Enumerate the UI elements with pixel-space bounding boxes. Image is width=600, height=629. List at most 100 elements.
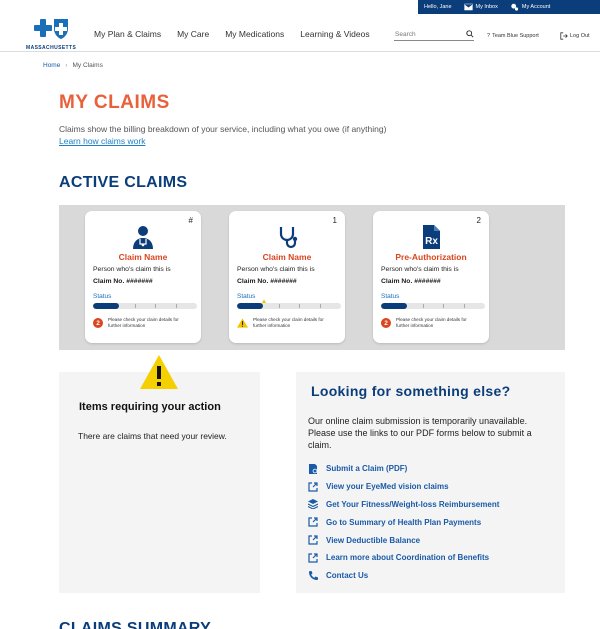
link-label: View your EyeMed vision claims bbox=[326, 482, 449, 492]
doctor-icon bbox=[133, 226, 153, 249]
logout-link[interactable]: Log Out bbox=[560, 32, 590, 40]
logout-icon bbox=[560, 32, 568, 40]
external-link-icon bbox=[308, 553, 318, 563]
claim-card[interactable]: # Claim Name Person who's claim this is … bbox=[85, 211, 201, 343]
link-label: Submit a Claim (PDF) bbox=[326, 464, 408, 474]
claim-name: Claim Name bbox=[262, 252, 312, 262]
progress-tick bbox=[320, 304, 322, 308]
claim-number-row: Claim No. ####### bbox=[93, 278, 153, 285]
status-label: Status bbox=[237, 293, 256, 300]
status-progress-fill bbox=[237, 303, 263, 309]
site-header: MASSACHUSETTS My Plan & Claims My Care M… bbox=[0, 14, 600, 52]
link-label: Contact Us bbox=[326, 571, 369, 581]
progress-tick bbox=[278, 304, 280, 308]
account-link[interactable]: My Account bbox=[504, 0, 556, 14]
progress-tick bbox=[422, 304, 424, 308]
progress-tick bbox=[299, 304, 301, 308]
claim-card[interactable]: 1 Claim Name Person who's claim this is … bbox=[229, 211, 345, 343]
progress-tick bbox=[443, 304, 445, 308]
help-links: Submit a Claim (PDF) View your EyeMed vi… bbox=[308, 460, 499, 585]
claim-name: Claim Name bbox=[118, 252, 168, 262]
utility-bar: Hello, Jane My Inbox My Account bbox=[418, 0, 600, 14]
claim-number-row: Claim No. ####### bbox=[237, 278, 297, 285]
claim-person: Person who's claim this is bbox=[93, 266, 171, 273]
phone-icon bbox=[309, 570, 318, 580]
search-input[interactable]: Search bbox=[394, 28, 474, 41]
claim-no-label: Claim No. bbox=[93, 278, 125, 285]
intro-text: Claims show the billing breakdown of you… bbox=[59, 124, 387, 134]
claim-no-value: ####### bbox=[414, 278, 441, 285]
fitness-reimbursement-link[interactable]: Get Your Fitness/Weight-loss Reimburseme… bbox=[308, 496, 499, 514]
layers-icon bbox=[308, 499, 318, 510]
claim-person: Person who's claim this is bbox=[237, 266, 315, 273]
status-label: Status bbox=[93, 293, 112, 300]
link-label: Learn more about Coordination of Benefit… bbox=[326, 553, 490, 563]
claims-summary-title: CLAIMS SUMMARY bbox=[59, 620, 212, 629]
question-icon: ? bbox=[487, 33, 491, 39]
eyemed-link[interactable]: View your EyeMed vision claims bbox=[308, 478, 499, 496]
status-progress-bar bbox=[237, 303, 341, 309]
claim-card-number: 1 bbox=[332, 216, 337, 225]
status-progress-fill bbox=[381, 303, 407, 309]
link-label: Go to Summary of Health Plan Payments bbox=[326, 517, 482, 527]
link-label: View Deductible Balance bbox=[326, 535, 421, 545]
action-text: There are claims that need your review. bbox=[78, 431, 227, 441]
claim-card[interactable]: 2 Rx Pre-Authorization Person who's clai… bbox=[373, 211, 489, 343]
claim-note-text: Please check your claim details for furt… bbox=[108, 317, 179, 328]
stethoscope-icon bbox=[279, 227, 298, 249]
search-placeholder: Search bbox=[395, 30, 416, 38]
claim-note: 2 Please check your claim details for fu… bbox=[93, 317, 190, 329]
claim-card-number: 2 bbox=[476, 216, 481, 225]
count-badge: 2 bbox=[93, 318, 103, 328]
count-badge: 2 bbox=[381, 318, 391, 328]
search-icon[interactable] bbox=[466, 30, 474, 38]
blue-cross-shield-icon[interactable] bbox=[26, 16, 80, 42]
contact-us-link[interactable]: Contact Us bbox=[308, 567, 499, 585]
envelope-icon bbox=[463, 3, 473, 11]
progress-tick bbox=[176, 304, 178, 308]
support-label: Team Blue Support bbox=[492, 33, 539, 39]
claim-no-label: Claim No. bbox=[237, 278, 269, 285]
claim-number-row: Claim No. ####### bbox=[381, 278, 441, 285]
nav-item-learning[interactable]: Learning & Videos bbox=[300, 29, 369, 39]
help-text: Our online claim submission is temporari… bbox=[308, 416, 532, 450]
nav-item-medications[interactable]: My Medications bbox=[225, 29, 284, 39]
claim-no-value: ####### bbox=[270, 278, 297, 285]
external-link-icon bbox=[308, 482, 318, 492]
svg-text:Rx: Rx bbox=[425, 236, 438, 247]
help-panel: Looking for something else? Our online c… bbox=[296, 372, 565, 593]
breadcrumb-home[interactable]: Home bbox=[43, 62, 60, 69]
claim-card-number: # bbox=[188, 216, 193, 225]
status-label: Status bbox=[381, 293, 400, 300]
action-panel: Items requiring your action There are cl… bbox=[59, 355, 260, 593]
learn-claims-link[interactable]: Learn how claims work bbox=[59, 136, 145, 146]
warning-icon bbox=[237, 318, 248, 328]
nav-item-my-care[interactable]: My Care bbox=[177, 29, 209, 39]
progress-tick bbox=[464, 304, 466, 308]
help-title: Looking for something else? bbox=[311, 383, 511, 399]
gear-icon bbox=[511, 3, 518, 11]
chevron-right-icon: › bbox=[65, 62, 68, 69]
coordination-benefits-link[interactable]: Learn more about Coordination of Benefit… bbox=[308, 549, 499, 567]
inbox-label: My Inbox bbox=[475, 4, 498, 10]
claim-no-label: Claim No. bbox=[381, 278, 413, 285]
page-title: MY CLAIMS bbox=[59, 92, 170, 113]
inbox-link[interactable]: My Inbox bbox=[458, 0, 504, 14]
summary-payments-link[interactable]: Go to Summary of Health Plan Payments bbox=[308, 513, 499, 531]
nav-item-plan-claims[interactable]: My Plan & Claims bbox=[94, 29, 161, 39]
claim-note-text: Please check your claim details for furt… bbox=[253, 317, 324, 328]
deductible-balance-link[interactable]: View Deductible Balance bbox=[308, 531, 499, 549]
progress-tick bbox=[134, 304, 136, 308]
greeting: Hello, Jane bbox=[424, 4, 452, 10]
status-progress-bar bbox=[381, 303, 485, 309]
claim-person: Person who's claim this is bbox=[381, 266, 459, 273]
claim-name: Pre-Authorization bbox=[395, 252, 467, 262]
claim-note: Please check your claim details for furt… bbox=[237, 317, 335, 329]
submit-claim-link[interactable]: Submit a Claim (PDF) bbox=[308, 460, 499, 478]
breadcrumb-current: My Claims bbox=[72, 62, 103, 69]
status-progress-fill bbox=[93, 303, 119, 309]
team-blue-support-link[interactable]: ? Team Blue Support bbox=[487, 33, 539, 39]
status-progress-bar bbox=[93, 303, 197, 309]
claim-note-text: Please check your claim details for furt… bbox=[396, 317, 467, 328]
account-label: My Account bbox=[521, 4, 551, 10]
